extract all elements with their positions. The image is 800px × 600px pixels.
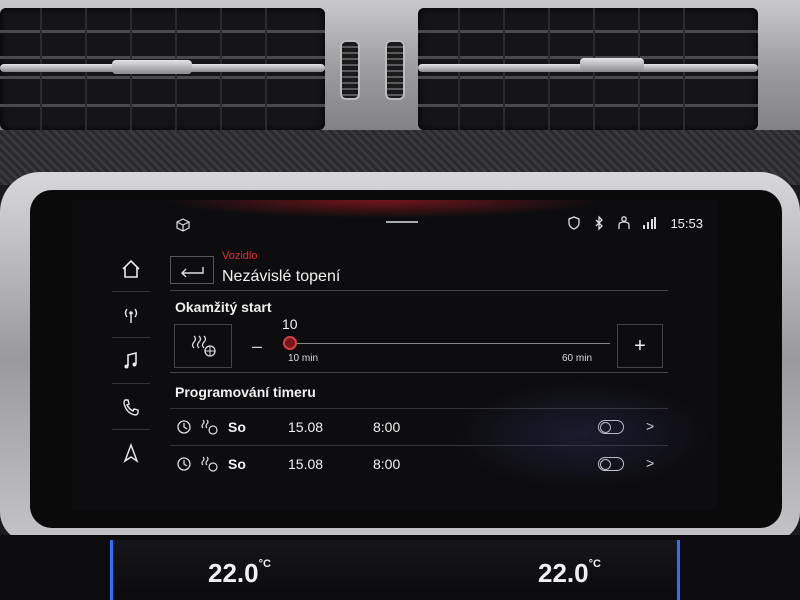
- slider-thumb[interactable]: [283, 336, 297, 350]
- slider-min-label: 10 min: [288, 353, 319, 364]
- page-title: Nezávislé topení: [222, 268, 341, 285]
- timer-clock-icon: [177, 457, 191, 471]
- status-clock: 15:53: [670, 215, 703, 231]
- drag-handle[interactable]: [386, 221, 418, 223]
- timer-toggle[interactable]: [598, 457, 624, 471]
- vent-wheel-left[interactable]: [340, 40, 360, 100]
- divider: [170, 372, 668, 373]
- temp-unit: °C: [588, 558, 601, 570]
- timer-toggle[interactable]: [598, 420, 624, 434]
- vent-right-tab[interactable]: [580, 58, 644, 72]
- sidebar-item-home[interactable]: [112, 246, 150, 292]
- navigation-shield-icon: [568, 216, 581, 230]
- timer-time: 8:00: [373, 456, 401, 472]
- back-arrow-icon: [181, 267, 204, 277]
- chevron-right-icon[interactable]: >: [646, 455, 654, 471]
- timer-clock-icon: [177, 420, 191, 434]
- right-temp-value: 22.0: [538, 558, 589, 588]
- decrease-button[interactable]: –: [242, 324, 272, 368]
- timer-day: So: [228, 419, 246, 435]
- sidebar-item-radio[interactable]: [112, 292, 150, 338]
- timer-row[interactable]: So 15.08 8:00 >: [170, 445, 668, 481]
- timer-section-title: Programování timeru: [175, 384, 316, 400]
- vent-wheel-right[interactable]: [385, 40, 405, 100]
- bluetooth-icon: [595, 215, 604, 231]
- heating-mode-button[interactable]: [174, 324, 232, 368]
- sidebar-item-music[interactable]: [112, 338, 150, 384]
- timer-row[interactable]: So 15.08 8:00 >: [170, 408, 668, 444]
- chevron-right-icon[interactable]: >: [646, 418, 654, 434]
- timer-date: 15.08: [288, 456, 324, 472]
- phone-icon: [123, 398, 139, 416]
- sidebar: [112, 246, 150, 476]
- infotainment-screen: 15:53 Vozidlo Nezávislé topení Okamžitý …: [72, 200, 717, 510]
- temp-unit: °C: [258, 558, 271, 570]
- divider: [170, 290, 668, 291]
- instant-start-title: Okamžitý start: [175, 299, 272, 315]
- duration-slider[interactable]: [288, 343, 610, 344]
- timer-time: 8:00: [373, 419, 401, 435]
- status-icons: 15:53: [566, 215, 703, 231]
- vent-left-tab[interactable]: [112, 60, 192, 74]
- music-note-icon: [124, 351, 137, 368]
- sidebar-item-phone[interactable]: [112, 384, 150, 430]
- cube-icon: [176, 218, 190, 232]
- timer-date: 15.08: [288, 419, 324, 435]
- radio-icon: [124, 308, 138, 323]
- slider-value: 10: [282, 316, 298, 332]
- timer-day: So: [228, 456, 246, 472]
- back-button[interactable]: [170, 256, 214, 284]
- sidebar-item-navigation[interactable]: [112, 430, 150, 476]
- status-bar: 15:53: [72, 200, 717, 232]
- navigation-arrow-icon: [123, 442, 139, 463]
- home-icon: [122, 259, 140, 278]
- seat-heating-icon: [201, 456, 218, 472]
- seat-heating-icon: [191, 335, 216, 357]
- seat-heating-icon: [201, 419, 218, 435]
- left-temp-value: 22.0: [208, 558, 259, 588]
- wifi-signal-icon: [643, 217, 657, 229]
- status-glow: [162, 200, 602, 218]
- left-temperature[interactable]: 22.0°C: [208, 558, 271, 589]
- person-icon: [618, 216, 631, 229]
- increase-button[interactable]: +: [617, 324, 663, 368]
- right-temperature[interactable]: 22.0°C: [538, 558, 601, 589]
- slider-max-label: 60 min: [562, 353, 593, 364]
- breadcrumb: Vozidlo: [222, 250, 258, 262]
